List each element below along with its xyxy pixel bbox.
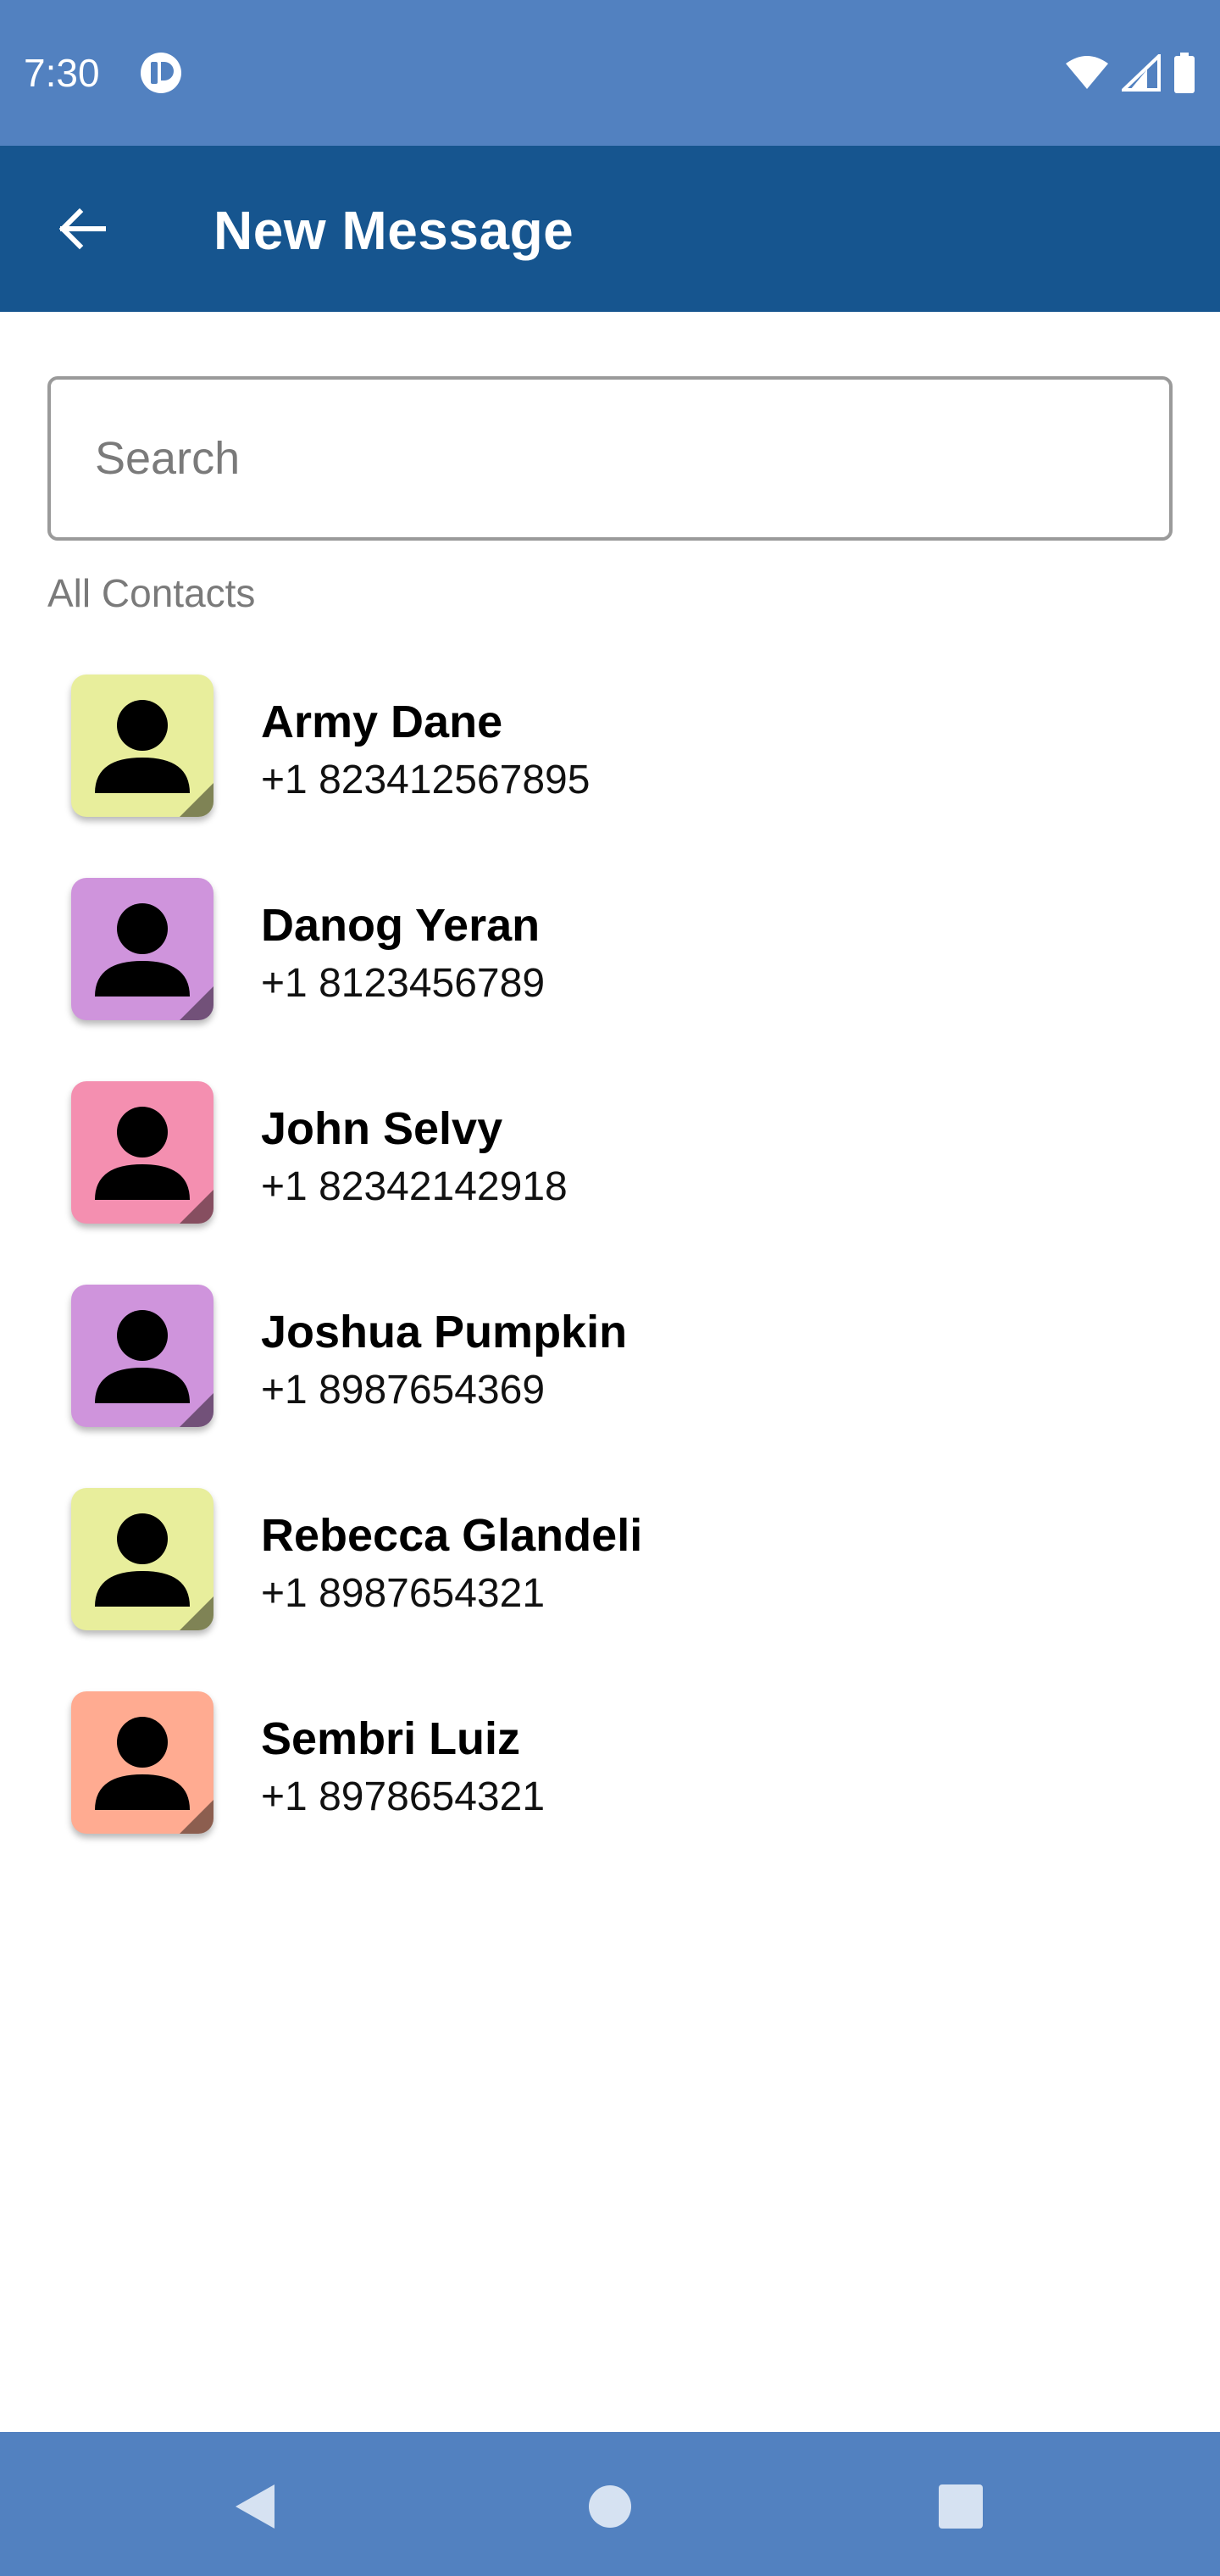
- avatar: [71, 1691, 214, 1834]
- avatar: [71, 1488, 214, 1630]
- nav-back-button[interactable]: [203, 2466, 305, 2547]
- section-label-all-contacts: All Contacts: [47, 571, 256, 615]
- contact-phone: +1 82342142918: [261, 1164, 568, 1209]
- nav-recents-button[interactable]: [910, 2466, 1012, 2547]
- status-icons: [1064, 53, 1196, 93]
- nav-back-icon: [236, 2484, 274, 2529]
- app-bar: New Message: [0, 146, 1220, 312]
- contact-phone: +1 8987654369: [261, 1368, 546, 1413]
- signal-icon: [1122, 54, 1161, 92]
- wifi-icon: [1066, 56, 1108, 89]
- nav-recents-icon: [939, 2484, 983, 2529]
- arrow-back-icon: [58, 208, 106, 250]
- search-input[interactable]: [95, 380, 1112, 537]
- contact-row[interactable]: Danog Yeran +1 8123456789: [0, 858, 1220, 1061]
- search-box[interactable]: [47, 376, 1173, 541]
- avatar-corner-fold: [180, 1800, 214, 1834]
- system-nav-bar: [0, 2432, 1220, 2576]
- avatar: [71, 1081, 214, 1224]
- avatar: [71, 1285, 214, 1427]
- avatar-corner-fold: [180, 1190, 214, 1224]
- contact-phone: +1 8987654321: [261, 1571, 546, 1616]
- contact-phone: +1 8123456789: [261, 961, 546, 1006]
- avatar: [71, 878, 214, 1020]
- avatar-corner-fold: [180, 1393, 214, 1427]
- contact-name: Sembri Luiz: [261, 1713, 521, 1764]
- back-button[interactable]: [41, 188, 122, 269]
- app-notification-icon: [141, 53, 181, 93]
- contact-row[interactable]: Joshua Pumpkin +1 8987654369: [0, 1264, 1220, 1468]
- contact-list: Army Dane +1 823412567895 Danog Yeran +1…: [0, 654, 1220, 1874]
- contact-name: Army Dane: [261, 697, 503, 747]
- contact-name: Danog Yeran: [261, 900, 541, 951]
- contact-row[interactable]: Sembri Luiz +1 8978654321: [0, 1671, 1220, 1874]
- contact-phone: +1 823412567895: [261, 758, 591, 802]
- contact-row[interactable]: Army Dane +1 823412567895: [0, 654, 1220, 858]
- status-bar: 7:30: [0, 0, 1220, 146]
- battery-icon: [1174, 53, 1195, 93]
- contact-name: Joshua Pumpkin: [261, 1307, 628, 1357]
- contact-row[interactable]: Rebecca Glandeli +1 8987654321: [0, 1468, 1220, 1671]
- contact-row[interactable]: John Selvy +1 82342142918: [0, 1061, 1220, 1264]
- avatar-corner-fold: [180, 783, 214, 817]
- contact-phone: +1 8978654321: [261, 1774, 546, 1819]
- avatar-corner-fold: [180, 986, 214, 1020]
- contact-name: Rebecca Glandeli: [261, 1510, 643, 1561]
- avatar-corner-fold: [180, 1596, 214, 1630]
- avatar: [71, 675, 214, 817]
- page-title: New Message: [214, 200, 574, 261]
- nav-home-icon: [589, 2485, 631, 2528]
- status-time: 7:30: [24, 51, 100, 95]
- nav-home-button[interactable]: [559, 2466, 661, 2547]
- contact-name: John Selvy: [261, 1103, 503, 1154]
